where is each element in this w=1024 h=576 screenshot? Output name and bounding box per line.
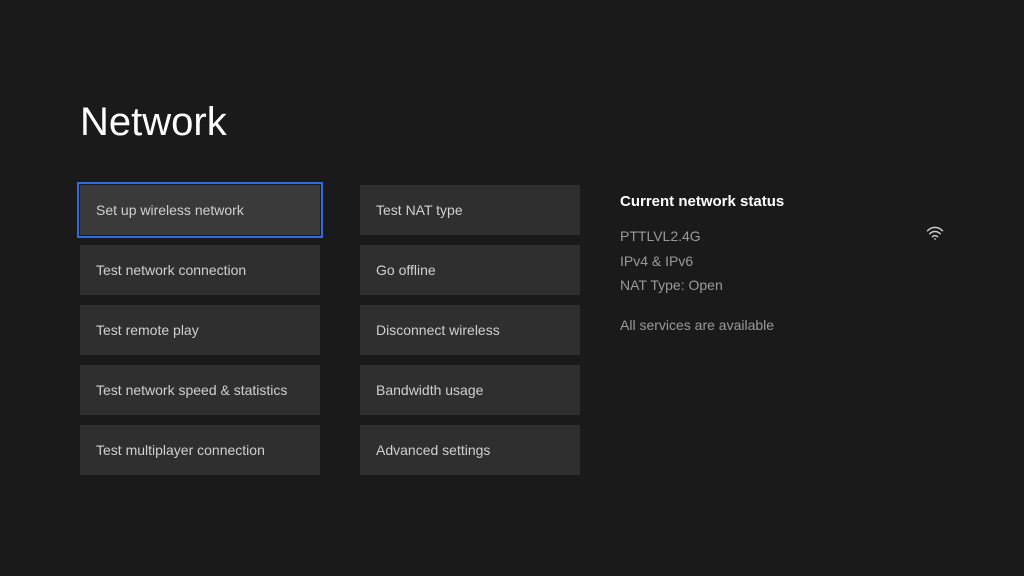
status-heading: Current network status [620,193,944,210]
tile-advanced-settings[interactable]: Advanced settings [360,425,580,475]
network-status-panel: Current network status PTTLVL2.4G IPv4 &… [620,185,944,475]
tile-test-connection[interactable]: Test network connection [80,245,320,295]
tile-setup-wireless[interactable]: Set up wireless network [80,185,320,235]
tile-test-multiplayer[interactable]: Test multiplayer connection [80,425,320,475]
tile-bandwidth-usage[interactable]: Bandwidth usage [360,365,580,415]
tile-test-remote-play[interactable]: Test remote play [80,305,320,355]
tile-test-nat[interactable]: Test NAT type [360,185,580,235]
wifi-icon [926,226,944,245]
status-ip: IPv4 & IPv6 [620,253,944,269]
status-nat: NAT Type: Open [620,277,944,293]
status-ssid: PTTLVL2.4G [620,228,701,244]
tile-disconnect-wireless[interactable]: Disconnect wireless [360,305,580,355]
page-title: Network [80,100,944,145]
tile-test-speed[interactable]: Test network speed & statistics [80,365,320,415]
status-services: All services are available [620,317,944,333]
tiles-column-left: Set up wireless network Test network con… [80,185,320,475]
tile-go-offline[interactable]: Go offline [360,245,580,295]
content-area: Set up wireless network Test network con… [80,185,944,475]
tiles-column-right: Test NAT type Go offline Disconnect wire… [360,185,580,475]
